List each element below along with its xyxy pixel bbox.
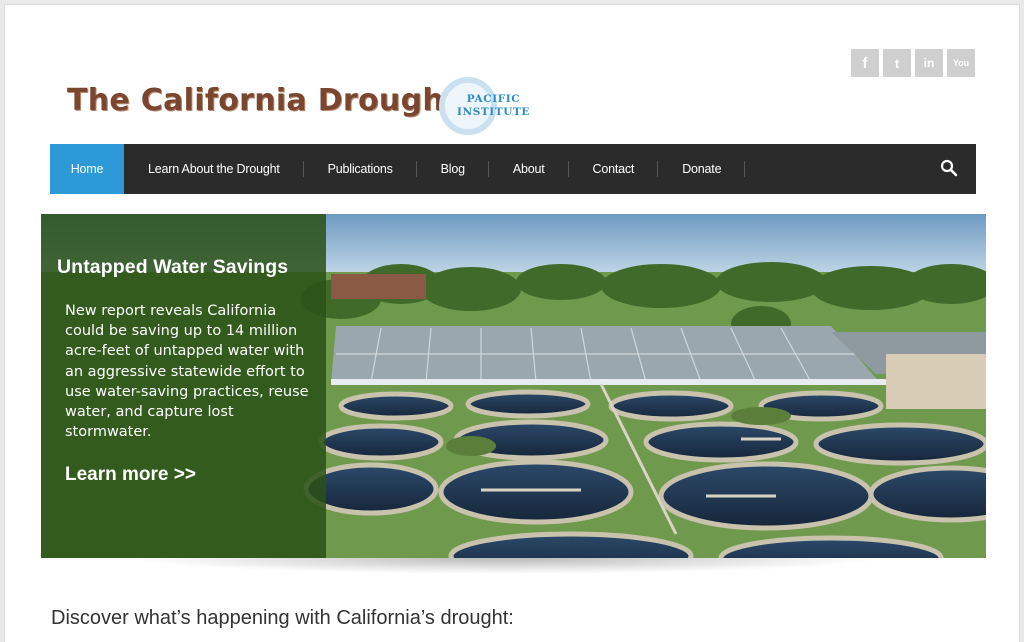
hero-slider[interactable]: Untapped Water Savings New report reveal… bbox=[41, 214, 986, 558]
pacific-institute-logo[interactable]: PACIFIC INSTITUTE bbox=[439, 77, 549, 137]
facebook-icon[interactable]: f bbox=[851, 49, 879, 77]
nav-item-donate[interactable]: Donate bbox=[658, 144, 746, 194]
main-nav: Home Learn About the Drought Publication… bbox=[50, 144, 976, 194]
section-intro: Discover what’s happening with Californi… bbox=[51, 607, 514, 629]
twitter-icon[interactable]: t bbox=[883, 49, 911, 77]
nav-item-about[interactable]: About bbox=[489, 144, 569, 194]
site-title[interactable]: The California Drought bbox=[67, 83, 459, 118]
nav-item-learn-about-the-drought[interactable]: Learn About the Drought bbox=[124, 144, 304, 194]
hero-caption-panel: Untapped Water Savings New report reveal… bbox=[41, 214, 326, 558]
social-links: f t in You bbox=[851, 49, 975, 77]
nav-item-contact[interactable]: Contact bbox=[569, 144, 659, 194]
nav-item-blog[interactable]: Blog bbox=[417, 144, 489, 194]
nav-item-home[interactable]: Home bbox=[50, 144, 124, 194]
page: f t in You The California Drought PACIFI… bbox=[4, 4, 1020, 642]
linkedin-icon[interactable]: in bbox=[915, 49, 943, 77]
learn-more-link[interactable]: Learn more >> bbox=[65, 464, 196, 486]
hero-title[interactable]: Untapped Water Savings bbox=[57, 256, 288, 279]
youtube-icon[interactable]: You bbox=[947, 49, 975, 77]
nav-separator bbox=[744, 161, 746, 177]
pacific-institute-text: PACIFIC INSTITUTE bbox=[457, 93, 531, 118]
search-icon[interactable] bbox=[940, 159, 958, 177]
hero-description: New report reveals California could be s… bbox=[65, 303, 309, 441]
nav-item-publications[interactable]: Publications bbox=[304, 144, 417, 194]
hero-shadow bbox=[125, 558, 885, 574]
